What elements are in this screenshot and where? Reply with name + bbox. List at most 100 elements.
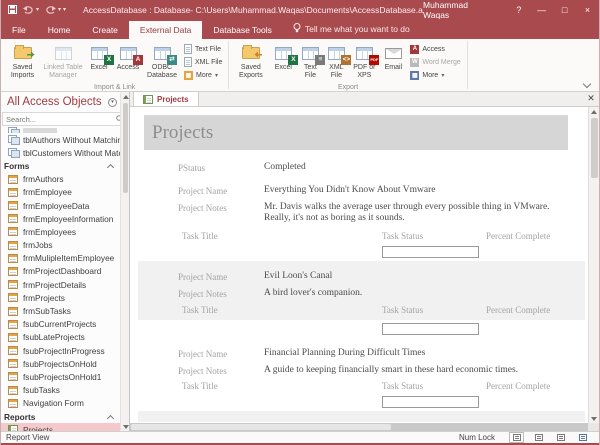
group-header-reports[interactable]: Reports xyxy=(1,410,120,423)
collapse-ribbon-icon[interactable] xyxy=(583,82,591,88)
export-xml-file-button[interactable]: <> XML File xyxy=(323,41,352,80)
form-icon xyxy=(8,398,18,408)
print-preview-icon[interactable] xyxy=(531,432,546,443)
document-tab-projects[interactable]: Projects xyxy=(133,91,199,106)
design-view-icon[interactable] xyxy=(575,432,590,443)
layout-view-icon[interactable] xyxy=(553,432,568,443)
list-item-form[interactable]: frmSubTasks xyxy=(1,304,120,317)
list-item-label: frmSubTasks xyxy=(23,306,71,317)
customize-qat-icon[interactable]: ▾ xyxy=(63,6,66,13)
scroll-down-icon[interactable] xyxy=(121,422,130,431)
saved-exports-button[interactable]: Saved Exports xyxy=(232,41,269,80)
export-access-button[interactable]: A Access xyxy=(410,43,460,55)
redo-dropdown-icon[interactable]: ▾ xyxy=(58,6,61,13)
collapse-group-icon[interactable] xyxy=(107,414,114,419)
project-name-label: Project Name xyxy=(178,186,228,196)
save-icon[interactable] xyxy=(8,5,17,14)
list-item-query[interactable]: tblCustomers Without Match... xyxy=(1,146,129,159)
collapse-group-icon[interactable] xyxy=(107,163,114,168)
group-header-forms[interactable]: Forms xyxy=(1,159,120,172)
tab-create[interactable]: Create xyxy=(81,21,129,39)
task-status-input[interactable] xyxy=(382,246,479,258)
maximize-button[interactable]: □ xyxy=(553,0,576,19)
report-view-icon[interactable] xyxy=(509,432,524,443)
scroll-down-icon[interactable] xyxy=(590,414,599,423)
signed-in-user[interactable]: Muhammad Waqas xyxy=(423,0,493,20)
nav-pane-menu-icon[interactable]: ▾ xyxy=(107,97,117,107)
form-icon xyxy=(8,280,18,290)
undo-icon[interactable] xyxy=(23,5,34,14)
text-file-icon xyxy=(184,44,192,54)
saved-imports-button[interactable]: Saved Imports xyxy=(4,41,41,80)
more-export-caret-icon: ▾ xyxy=(441,72,445,79)
task-title-header: Task Title xyxy=(182,231,218,241)
list-item-label: frmEmployees xyxy=(23,226,77,237)
export-more-button[interactable]: ▦ More ▾ xyxy=(410,69,460,81)
list-item-form[interactable]: fsubProjectInProgress xyxy=(1,344,120,357)
list-item-form[interactable]: frmProjects xyxy=(1,291,120,304)
scrollbar-thumb[interactable] xyxy=(131,424,391,430)
list-item-form[interactable]: frmJobs xyxy=(1,239,120,252)
import-xml-file-button[interactable]: XML File xyxy=(184,56,222,68)
list-item-form[interactable]: frmAuthors xyxy=(1,173,120,186)
odbc-database-button[interactable]: ⇄ ODBC Database xyxy=(143,41,181,80)
vertical-scrollbar[interactable] xyxy=(588,107,599,423)
list-item-form[interactable]: frmEmployeeData xyxy=(1,199,120,212)
tab-database-tools[interactable]: Database Tools xyxy=(202,21,282,39)
help-button[interactable]: ? xyxy=(507,0,530,19)
list-item-form[interactable]: frmEmployees xyxy=(1,225,120,238)
list-item-form[interactable]: Navigation Form xyxy=(1,397,120,410)
export-group: Saved Exports X Excel ≡ Text File <> XML… xyxy=(229,39,466,91)
pdf-xps-button[interactable]: PDF PDF or XPS xyxy=(349,41,380,80)
excel-import-icon: X xyxy=(86,42,114,65)
search-input[interactable] xyxy=(3,114,116,124)
close-button[interactable]: × xyxy=(576,0,599,19)
scroll-up-icon[interactable] xyxy=(121,92,130,101)
project-notes-label: Project Notes xyxy=(178,366,227,376)
list-item-form[interactable]: frmEmployeeInformation xyxy=(1,212,120,225)
nav-pane-header[interactable]: All Access Objects ▾ « xyxy=(1,92,129,112)
list-item-report-selected[interactable]: Projects xyxy=(1,423,120,431)
tab-file[interactable]: File xyxy=(1,21,37,39)
task-status-input[interactable] xyxy=(382,323,479,335)
email-button[interactable]: Email xyxy=(379,41,407,72)
redo-icon[interactable] xyxy=(45,5,57,14)
list-item-form[interactable]: frmEmployee xyxy=(1,186,120,199)
list-item-form[interactable]: frmProjectDashboard xyxy=(1,265,120,278)
tell-me-box[interactable]: Tell me what you want to do xyxy=(283,19,420,39)
close-document-icon[interactable]: ✕ xyxy=(583,91,599,106)
export-text-file-button[interactable]: ≡ Text File xyxy=(297,41,326,80)
import-access-button[interactable]: A Access xyxy=(113,41,143,72)
report-title: Projects xyxy=(152,121,214,143)
scrollbar-thumb[interactable] xyxy=(590,118,598,178)
tab-external-data[interactable]: External Data xyxy=(128,21,203,39)
import-link-group: Saved Imports Linked Table Manager X Exc… xyxy=(1,39,228,91)
scrollbar-thumb[interactable] xyxy=(122,103,128,193)
list-item-form[interactable]: frmMulipleItemEmployee xyxy=(1,252,120,265)
list-item-form[interactable]: fsubLateProjects xyxy=(1,331,120,344)
export-excel-button[interactable]: X Excel xyxy=(269,41,299,72)
undo-dropdown-icon[interactable]: ▾ xyxy=(36,6,39,13)
list-item-form[interactable]: fsubCurrentProjects xyxy=(1,318,120,331)
task-status-header: Task Status xyxy=(382,381,424,391)
nav-pane-scrollbar[interactable] xyxy=(120,92,129,431)
list-item-form[interactable]: fsubProjectsOnHold1 xyxy=(1,370,120,383)
text-file-export-icon: ≡ xyxy=(297,42,326,65)
export-xml-file-label: XML File xyxy=(329,64,344,80)
linked-table-manager-button: Linked Table Manager xyxy=(41,41,85,80)
list-item-form[interactable]: fsubTasks xyxy=(1,384,120,397)
title-bar: ▾ ▾ ▾ AccessDatabase : Database- C:\User… xyxy=(1,0,599,20)
export-text-file-label: Text File xyxy=(303,64,317,80)
task-status-input[interactable] xyxy=(382,396,479,408)
list-item-query[interactable]: tblAuthors Without Matchin... xyxy=(1,133,129,146)
list-item-form[interactable]: frmProjectDetails xyxy=(1,278,120,291)
list-item-form[interactable]: fsubProjectsOnHold xyxy=(1,357,120,370)
minimize-button[interactable]: — xyxy=(530,0,553,19)
scroll-up-icon[interactable] xyxy=(590,107,599,116)
import-text-file-button[interactable]: Text File xyxy=(184,43,222,55)
horizontal-scrollbar[interactable] xyxy=(130,423,588,431)
import-more-button[interactable]: ▦ More ▾ xyxy=(184,69,222,81)
tab-home[interactable]: Home xyxy=(37,21,82,39)
import-excel-button[interactable]: X Excel xyxy=(85,41,114,72)
ribbon-tab-row: File Home Create External Data Database … xyxy=(1,19,599,39)
